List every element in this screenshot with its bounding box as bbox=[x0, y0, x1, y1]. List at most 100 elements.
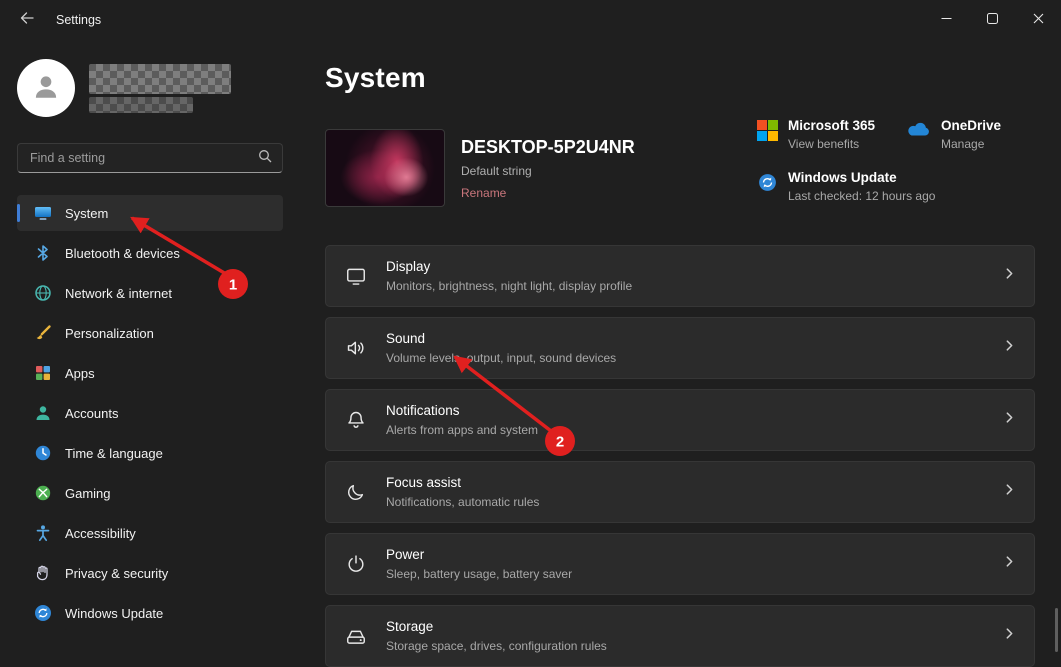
page-title: System bbox=[325, 62, 1035, 94]
chevron-right-icon bbox=[1003, 267, 1016, 285]
sidebar-item-windows-update[interactable]: Windows Update bbox=[17, 595, 283, 631]
sidebar-item-label: Personalization bbox=[65, 326, 154, 341]
sound-icon bbox=[345, 337, 367, 359]
search-icon[interactable] bbox=[258, 149, 272, 168]
quick-link-action[interactable]: View benefits bbox=[788, 137, 875, 151]
row-text: Notifications Alerts from apps and syste… bbox=[386, 403, 538, 437]
row-subtitle: Alerts from apps and system bbox=[386, 423, 538, 437]
titlebar: Settings bbox=[0, 0, 1061, 40]
maximize-button[interactable] bbox=[969, 0, 1015, 40]
power-icon bbox=[345, 553, 367, 575]
censored-name-block bbox=[89, 64, 231, 94]
back-arrow-icon bbox=[20, 11, 34, 29]
device-edition: Default string bbox=[461, 164, 635, 178]
row-title: Display bbox=[386, 259, 632, 274]
quick-link-action[interactable]: Manage bbox=[941, 137, 1001, 151]
quick-link-windows-update[interactable]: Windows Update Last checked: 12 hours ag… bbox=[757, 170, 1035, 203]
quick-link-title: Windows Update bbox=[788, 170, 935, 185]
settings-row-storage[interactable]: Storage Storage space, drives, configura… bbox=[325, 605, 1035, 667]
sidebar-item-bluetooth-devices[interactable]: Bluetooth & devices bbox=[17, 235, 283, 271]
chevron-right-icon bbox=[1003, 627, 1016, 645]
sidebar-item-label: Accessibility bbox=[65, 526, 136, 541]
sidebar-item-label: Gaming bbox=[65, 486, 111, 501]
settings-window: { "colors": { "page_bg": "#1f1f1f", "car… bbox=[0, 0, 1061, 664]
display-icon bbox=[345, 265, 367, 287]
settings-row-notifications[interactable]: Notifications Alerts from apps and syste… bbox=[325, 389, 1035, 451]
sidebar-item-network-internet[interactable]: Network & internet bbox=[17, 275, 283, 311]
storage-icon bbox=[345, 625, 367, 647]
desktop-wallpaper-thumbnail bbox=[325, 129, 445, 207]
quick-link-title: OneDrive bbox=[941, 118, 1001, 133]
sidebar-item-accessibility[interactable]: Accessibility bbox=[17, 515, 283, 551]
sidebar-item-system[interactable]: System bbox=[17, 195, 283, 231]
close-icon bbox=[1033, 11, 1044, 29]
row-title: Sound bbox=[386, 331, 616, 346]
sidebar-item-accounts[interactable]: Accounts bbox=[17, 395, 283, 431]
sidebar-item-privacy-security[interactable]: Privacy & security bbox=[17, 555, 283, 591]
bluetooth-icon bbox=[33, 243, 53, 263]
maximize-icon bbox=[987, 11, 998, 29]
scrollbar[interactable] bbox=[1055, 608, 1058, 652]
quick-link-microsoft-365[interactable]: Microsoft 365 View benefits bbox=[757, 118, 905, 151]
sidebar-item-apps[interactable]: Apps bbox=[17, 355, 283, 391]
paintbrush-icon bbox=[33, 323, 53, 343]
row-title: Notifications bbox=[386, 403, 538, 418]
row-subtitle: Sleep, battery usage, battery saver bbox=[386, 567, 572, 581]
device-header: DESKTOP-5P2U4NR Default string Rename Mi… bbox=[325, 128, 1035, 208]
system-icon bbox=[33, 203, 53, 223]
chevron-right-icon bbox=[1003, 339, 1016, 357]
quick-link-text: Microsoft 365 View benefits bbox=[788, 118, 875, 151]
quick-link-onedrive[interactable]: OneDrive Manage bbox=[905, 118, 1035, 151]
row-text: Storage Storage space, drives, configura… bbox=[386, 619, 607, 653]
sidebar-item-label: Apps bbox=[65, 366, 95, 381]
sidebar-item-label: Bluetooth & devices bbox=[65, 246, 180, 261]
sidebar-item-gaming[interactable]: Gaming bbox=[17, 475, 283, 511]
accessibility-icon bbox=[33, 523, 53, 543]
sidebar: System Bluetooth & devices Network & int… bbox=[0, 40, 308, 664]
quick-link-title: Microsoft 365 bbox=[788, 118, 875, 133]
sidebar-item-label: Accounts bbox=[65, 406, 118, 421]
back-button[interactable] bbox=[10, 4, 44, 36]
person-avatar-icon bbox=[30, 70, 62, 107]
device-name: DESKTOP-5P2U4NR bbox=[461, 137, 635, 158]
minimize-button[interactable] bbox=[923, 0, 969, 40]
row-title: Storage bbox=[386, 619, 607, 634]
row-subtitle: Volume levels, output, input, sound devi… bbox=[386, 351, 616, 365]
clock-icon bbox=[33, 443, 53, 463]
window-controls bbox=[923, 0, 1061, 40]
hand-icon bbox=[33, 563, 53, 583]
sidebar-item-label: Time & language bbox=[65, 446, 163, 461]
settings-row-display[interactable]: Display Monitors, brightness, night ligh… bbox=[325, 245, 1035, 307]
row-title: Focus assist bbox=[386, 475, 539, 490]
settings-row-power[interactable]: Power Sleep, battery usage, battery save… bbox=[325, 533, 1035, 595]
censored-username bbox=[89, 64, 231, 113]
xbox-icon bbox=[33, 483, 53, 503]
quick-links: Microsoft 365 View benefits OneDrive Man… bbox=[757, 118, 1035, 203]
window-title: Settings bbox=[56, 13, 101, 27]
avatar bbox=[17, 59, 75, 117]
onedrive-cloud-icon bbox=[905, 120, 931, 137]
rename-link[interactable]: Rename bbox=[461, 186, 635, 200]
apps-grid-icon bbox=[33, 363, 53, 383]
sidebar-item-label: Network & internet bbox=[65, 286, 172, 301]
person-icon bbox=[33, 403, 53, 423]
chevron-right-icon bbox=[1003, 411, 1016, 429]
search-input[interactable] bbox=[28, 150, 258, 166]
selection-indicator bbox=[17, 204, 20, 222]
quick-link-text: OneDrive Manage bbox=[941, 118, 1001, 151]
app-body: System Bluetooth & devices Network & int… bbox=[0, 40, 1061, 664]
sidebar-item-personalization[interactable]: Personalization bbox=[17, 315, 283, 351]
profile-section[interactable] bbox=[17, 59, 283, 117]
chevron-right-icon bbox=[1003, 483, 1016, 501]
globe-icon bbox=[33, 283, 53, 303]
settings-row-sound[interactable]: Sound Volume levels, output, input, soun… bbox=[325, 317, 1035, 379]
settings-row-focus-assist[interactable]: Focus assist Notifications, automatic ru… bbox=[325, 461, 1035, 523]
windows-update-icon bbox=[757, 172, 778, 193]
close-button[interactable] bbox=[1015, 0, 1061, 40]
settings-list: Display Monitors, brightness, night ligh… bbox=[325, 245, 1035, 667]
row-title: Power bbox=[386, 547, 572, 562]
sidebar-item-time-language[interactable]: Time & language bbox=[17, 435, 283, 471]
row-text: Display Monitors, brightness, night ligh… bbox=[386, 259, 632, 293]
sidebar-nav: System Bluetooth & devices Network & int… bbox=[17, 195, 283, 631]
row-text: Power Sleep, battery usage, battery save… bbox=[386, 547, 572, 581]
